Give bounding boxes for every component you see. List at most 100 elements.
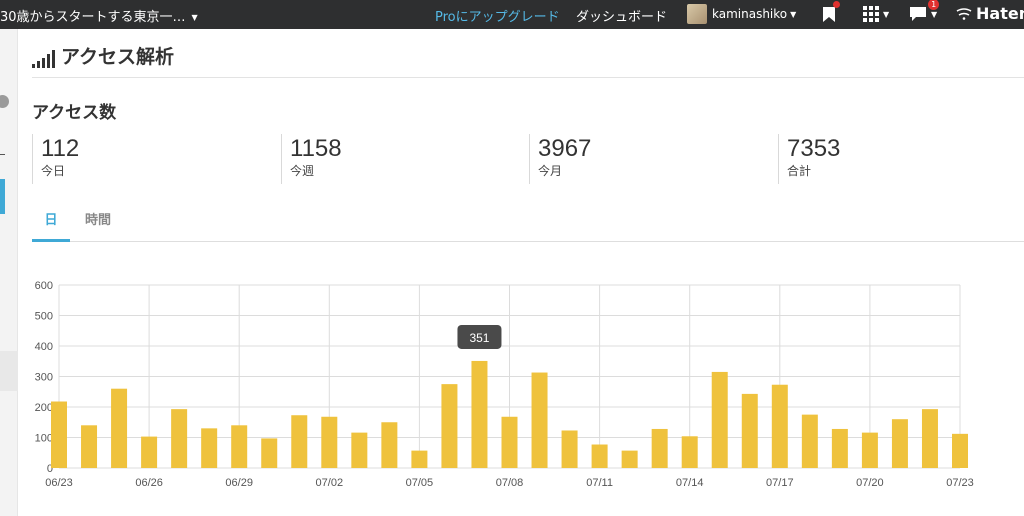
x-tick-label: 07/20	[856, 477, 884, 489]
bar	[441, 384, 458, 468]
blog-selector[interactable]: 30歳からスタートする東京一… ▼	[0, 6, 198, 25]
brand-name: Haten	[976, 4, 1024, 23]
bar	[111, 388, 128, 468]
bookmark-button[interactable]	[822, 1, 840, 25]
x-tick-label: 06/26	[135, 477, 163, 489]
y-tick-label: 500	[35, 311, 53, 323]
y-tick-label: 600	[35, 280, 53, 292]
sidebar-item[interactable]	[0, 351, 18, 391]
bar	[231, 425, 248, 468]
stat-label: 今月	[538, 164, 563, 178]
bar	[891, 419, 908, 468]
x-tick-label: 07/23	[946, 477, 974, 489]
stat-total: 7353 合計	[778, 134, 840, 184]
bar	[621, 450, 638, 468]
caret-down-icon: ▼	[191, 13, 198, 22]
signal-bars-icon	[32, 48, 55, 68]
bar	[711, 371, 728, 468]
stat-month: 3967 今月	[529, 134, 591, 184]
bookmark-icon	[823, 6, 835, 22]
sidebar-divider	[0, 154, 5, 155]
bar	[351, 432, 368, 468]
tab-hour[interactable]: 時間	[78, 206, 118, 242]
y-tick-label: 400	[35, 341, 53, 353]
apps-button[interactable]: ▼	[863, 3, 889, 25]
y-tick-label: 100	[35, 433, 53, 445]
avatar	[687, 4, 707, 24]
tooltip-value: 351	[469, 331, 489, 345]
blog-title: 30歳からスタートする東京一…	[0, 10, 186, 25]
user-name: kaminashiko	[712, 7, 788, 21]
page-header: アクセス解析	[32, 46, 174, 68]
caret-down-icon: ▼	[931, 9, 938, 19]
hatena-logo[interactable]: Haten	[956, 4, 1024, 23]
comment-icon	[910, 7, 926, 21]
caret-down-icon: ▼	[790, 9, 797, 19]
messages-button[interactable]: 1 ▼	[909, 0, 940, 25]
bar	[471, 360, 488, 468]
sidebar-help-icon[interactable]	[0, 95, 9, 108]
x-tick-label: 07/05	[406, 477, 434, 489]
pro-upgrade-link[interactable]: Proにアップグレード	[435, 6, 560, 25]
bar	[801, 414, 818, 468]
y-tick-label: 300	[35, 372, 53, 384]
stat-label: 今日	[41, 164, 66, 178]
stat-value: 112	[41, 135, 80, 162]
stat-value: 7353	[787, 135, 841, 162]
access-chart: 0 100 200 300 400 500 600 06/23 06/26 06/29 07/02 0…	[28, 276, 988, 500]
hatena-mark-icon	[956, 7, 972, 20]
bar	[651, 428, 668, 468]
x-tick-label: 07/11	[586, 477, 613, 489]
x-tick-label: 07/17	[766, 477, 794, 489]
y-tick-label: 200	[35, 402, 53, 414]
bar	[411, 450, 428, 468]
comment-badge: 1	[928, 0, 940, 10]
bar	[501, 416, 518, 468]
period-tabs: 日 時間	[32, 206, 1024, 242]
stat-label: 今週	[290, 164, 315, 178]
bar	[741, 393, 758, 468]
global-header: 30歳からスタートする東京一… ▼ Proにアップグレード ダッシュボード kam…	[0, 0, 1024, 29]
bar	[321, 416, 338, 468]
bar	[141, 436, 158, 468]
page-title: アクセス解析	[61, 46, 175, 68]
bar	[561, 430, 578, 468]
bar	[51, 401, 67, 468]
stat-value: 1158	[290, 135, 342, 162]
caret-down-icon: ▼	[883, 9, 890, 19]
x-tick-label: 07/02	[316, 477, 344, 489]
stat-today: 112 今日	[32, 134, 79, 184]
bar	[261, 438, 278, 468]
bar	[952, 433, 968, 468]
bar	[291, 415, 308, 468]
bar	[81, 425, 98, 468]
stat-value: 3967	[538, 135, 592, 162]
bar	[831, 428, 848, 468]
bar	[921, 409, 938, 468]
header-divider	[32, 77, 1024, 78]
dashboard-link[interactable]: ダッシュボード	[576, 6, 667, 25]
bar	[861, 432, 878, 468]
sidebar-active-indicator	[0, 179, 5, 214]
x-tick-label: 07/14	[676, 477, 704, 489]
bar	[591, 444, 608, 468]
apps-grid-icon	[863, 6, 879, 22]
access-stats: 112 今日 1158 今週 3967 今月 7353 合計	[32, 134, 1024, 184]
bar	[381, 422, 398, 468]
bar	[171, 409, 188, 468]
user-menu[interactable]: kaminashiko ▼	[687, 3, 796, 25]
stat-label: 合計	[787, 164, 812, 178]
notification-dot	[833, 1, 840, 8]
x-tick-label: 07/08	[496, 477, 524, 489]
section-title: アクセス数	[32, 103, 117, 123]
bar-chart: 010020030040050060006/23 06/26 06/29 07/02 0…	[35, 280, 974, 489]
bar	[201, 428, 218, 468]
tab-day[interactable]: 日	[32, 206, 70, 242]
sidebar	[0, 29, 18, 516]
bar	[531, 372, 548, 468]
stat-week: 1158 今週	[281, 134, 342, 184]
bar	[681, 436, 698, 468]
x-tick-label: 06/29	[225, 477, 253, 489]
bar	[771, 384, 788, 468]
x-tick-label: 06/23	[45, 477, 73, 489]
